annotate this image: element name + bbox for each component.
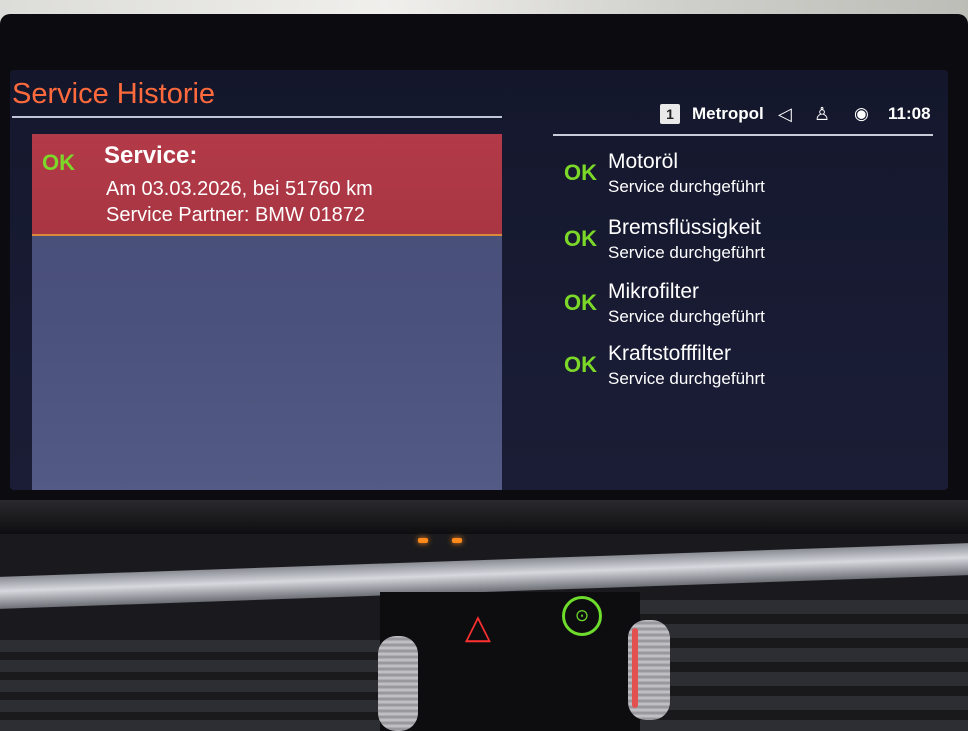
service-item-detail: Service durchgeführt bbox=[608, 307, 765, 326]
air-vent-left[interactable] bbox=[0, 640, 380, 731]
status-leds bbox=[418, 538, 478, 546]
service-item: OK Bremsflüssigkeit Service durchgeführt bbox=[564, 216, 924, 272]
speaker-icon: ◁ bbox=[778, 104, 792, 124]
status-ok-label: OK bbox=[42, 150, 75, 175]
service-item-name: Bremsflüssigkeit bbox=[608, 216, 761, 239]
hazard-triangle-icon[interactable]: △ bbox=[458, 610, 498, 644]
service-item-name: Kraftstofffilter bbox=[608, 342, 731, 365]
globe-icon: ◉ bbox=[854, 104, 869, 123]
service-item-detail: Service durchgeführt bbox=[608, 243, 765, 262]
idrive-screen: Service Historie OK Service: Am 03.03.20… bbox=[10, 70, 948, 490]
led-indicator bbox=[452, 538, 462, 543]
led-indicator bbox=[418, 538, 428, 543]
service-item-name: Motoröl bbox=[608, 150, 679, 173]
service-item: OK Mikrofilter Service durchgeführt bbox=[564, 280, 924, 336]
service-history-list[interactable]: OK Service: Am 03.03.2026, bei 51760 km … bbox=[32, 134, 502, 490]
clock: 11:08 bbox=[888, 104, 931, 123]
service-item-detail: Service durchgeführt bbox=[608, 369, 765, 388]
profile-badge[interactable]: 1 bbox=[660, 104, 680, 124]
service-item: OK Kraftstofffilter Service durchgeführt bbox=[564, 342, 924, 398]
service-item: OK Motoröl Service durchgeführt bbox=[564, 150, 924, 206]
status-bar: 1 Metropol ◁ ♙ ◉ 11:08 bbox=[650, 98, 940, 126]
vent-knob-right[interactable] bbox=[628, 620, 670, 720]
title-divider bbox=[12, 116, 502, 118]
status-ok-label: OK bbox=[564, 226, 597, 251]
selected-service-entry[interactable]: OK Service: Am 03.03.2026, bei 51760 km … bbox=[32, 134, 502, 236]
air-vent-right[interactable] bbox=[640, 600, 968, 731]
knob-accent bbox=[632, 628, 638, 708]
entry-service-partner: Service Partner: BMW 01872 bbox=[106, 204, 365, 226]
service-item-detail: Service durchgeführt bbox=[608, 177, 765, 196]
service-item-name: Mikrofilter bbox=[608, 280, 700, 303]
status-ok-label: OK bbox=[564, 352, 597, 377]
dashboard-trim bbox=[0, 500, 968, 534]
vent-knob-left[interactable] bbox=[378, 636, 418, 731]
radio-station[interactable]: Metropol bbox=[692, 104, 764, 124]
driving-assistant-icon[interactable]: ⊙ bbox=[562, 596, 602, 636]
user-icon: ♙ bbox=[814, 104, 831, 124]
status-ok-label: OK bbox=[564, 160, 597, 185]
status-ok-label: OK bbox=[564, 290, 597, 315]
page-title: Service Historie bbox=[12, 78, 216, 110]
entry-date-mileage: Am 03.03.2026, bei 51760 km bbox=[106, 178, 373, 200]
entry-title: Service: bbox=[104, 142, 198, 169]
right-divider bbox=[553, 134, 933, 136]
